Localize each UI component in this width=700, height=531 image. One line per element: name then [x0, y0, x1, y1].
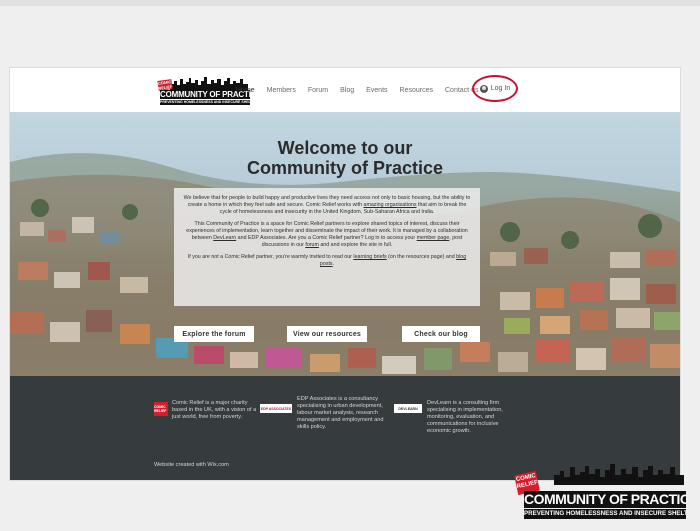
nav-item-events[interactable]: Events: [366, 87, 387, 94]
devlearn-link[interactable]: DevLearn: [213, 235, 236, 241]
forum-link[interactable]: forum: [305, 242, 319, 248]
user-avatar-icon: [479, 84, 488, 93]
website-screenshot: COMIC RELIEF COMMUNITY OF PRACTICE PREVE…: [10, 68, 680, 480]
login-label: Log In: [490, 85, 511, 92]
explore-forum-button[interactable]: Explore the forum: [174, 326, 254, 342]
member-page-link[interactable]: member page: [417, 235, 450, 241]
hero-title: Welcome to our Community of Practice: [246, 138, 444, 178]
logo-tagline: PREVENTING HOMELESSNESS AND INSECURE SHE…: [160, 100, 250, 105]
view-resources-button[interactable]: View our resources: [287, 326, 367, 342]
brand-title: COMMUNITY OF PRACTICE: [524, 491, 686, 508]
footer-comic-relief-text: Comic Relief is a major charity based in…: [172, 400, 257, 420]
site-header: COMIC RELIEF COMMUNITY OF PRACTICE PREVE…: [10, 68, 680, 112]
intro-paragraph-1: We believe that for people to build happ…: [183, 195, 471, 215]
intro-textbox: We believe that for people to build happ…: [174, 188, 480, 306]
community-of-practice-logo: COMIC RELIEF COMMUNITY OF PRACTICE PREVE…: [514, 463, 688, 523]
wix-credit[interactable]: Website created with Wix.com: [154, 462, 229, 468]
amazing-organisations-link[interactable]: amazing organisations: [364, 202, 417, 208]
skyline-icon: [554, 464, 684, 485]
nav-item-blog[interactable]: Blog: [340, 87, 354, 94]
intro-paragraph-2: This Community of Practice is a space fo…: [186, 221, 468, 248]
check-blog-button[interactable]: Check our blog: [402, 326, 480, 342]
nav-item-forum[interactable]: Forum: [308, 87, 328, 94]
brand-tagline: PREVENTING HOMELESSNESS AND INSECURE SHE…: [524, 509, 686, 519]
nav-item-home[interactable]: Home: [236, 87, 255, 94]
nav-item-resources[interactable]: Resources: [400, 87, 433, 94]
footer-edp-text: EDP Associates is a consultancy speciali…: [297, 396, 384, 430]
intro-paragraph-3: If you are not a Comic Relief partner, y…: [187, 254, 467, 267]
learning-briefs-link[interactable]: learning briefs: [353, 254, 386, 260]
devlearn-logo: DEVLEARN: [394, 404, 422, 413]
edp-associates-logo: EDP ASSOCIATES: [260, 404, 292, 413]
top-strip: [0, 0, 700, 6]
main-nav: Home Members Forum Blog Events Resources…: [236, 83, 490, 97]
hero-section: Welcome to our Community of Practice We …: [10, 112, 680, 376]
footer-devlearn-text: DevLearn is a consulting firm specialisi…: [427, 400, 503, 434]
nav-item-members[interactable]: Members: [267, 87, 296, 94]
login-button[interactable]: Log In: [472, 75, 518, 102]
comic-relief-logo: COMIC RELIEF: [154, 402, 168, 416]
